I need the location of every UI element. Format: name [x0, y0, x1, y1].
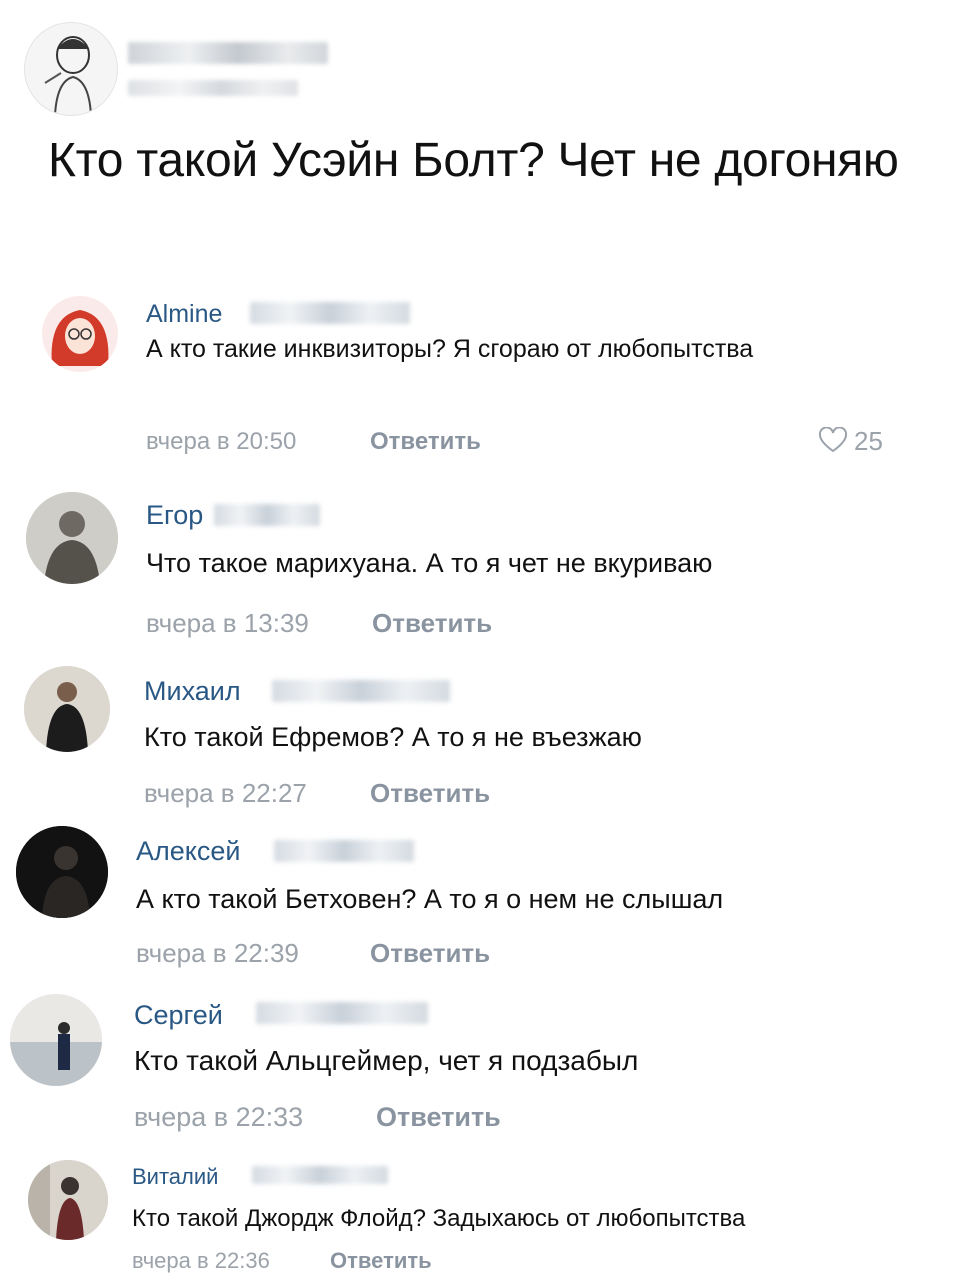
avatar-sketch-icon — [25, 23, 117, 115]
comment-text: Что такое марихуана. А то я чет не вкури… — [146, 548, 713, 578]
post-title: Кто такой Усэйн Болт? Чет не догоняю — [48, 134, 899, 187]
commenter-surname-blurred — [252, 1166, 388, 1184]
post-header — [24, 22, 924, 116]
comment: Almine А кто такие инквизиторы? Я сгораю… — [0, 290, 960, 470]
reply-button[interactable]: Ответить — [372, 608, 492, 639]
commenter-surname-blurred — [272, 680, 450, 702]
post-author-avatar[interactable] — [24, 22, 118, 116]
commenter-avatar[interactable] — [24, 666, 110, 752]
commenter-name[interactable]: Егор — [146, 500, 203, 531]
commenter-surname-blurred — [256, 1002, 428, 1024]
avatar-drawing-icon — [51, 310, 109, 366]
comment: Алексей А кто такой Бетховен? А то я о н… — [0, 822, 960, 982]
comment: Сергей Кто такой Альцгеймер, чет я подза… — [0, 990, 960, 1150]
comment: Егор Что такое марихуана. А то я чет не … — [0, 490, 960, 650]
post-author-meta-blurred — [128, 80, 298, 96]
avatar-photo-icon — [16, 826, 108, 918]
commenter-name[interactable]: Алексей — [136, 836, 241, 867]
comment-text: А кто такие инквизиторы? Я сгораю от люб… — [146, 335, 754, 363]
comment-text: Кто такой Альцгеймер, чет я подзабыл — [134, 1045, 639, 1076]
comment-time: вчера в 20:50 — [146, 428, 297, 455]
reply-button[interactable]: Ответить — [370, 778, 490, 809]
avatar-photo-icon — [24, 666, 110, 752]
comment: Виталий Кто такой Джордж Флойд? Задыхаюс… — [0, 1154, 960, 1280]
reply-button[interactable]: Ответить — [376, 1102, 501, 1133]
comment-time: вчера в 22:33 — [134, 1102, 304, 1132]
reply-button[interactable]: Ответить — [370, 938, 490, 969]
commenter-surname-blurred — [250, 302, 410, 324]
commenter-name[interactable]: Виталий — [132, 1164, 218, 1190]
commenter-name[interactable]: Almine — [146, 300, 222, 329]
comment-time: вчера в 22:36 — [132, 1248, 270, 1273]
like-count: 25 — [854, 426, 883, 456]
avatar-photo-icon — [10, 994, 102, 1086]
comment-time: вчера в 22:27 — [144, 778, 307, 808]
comment-time: вчера в 13:39 — [146, 608, 309, 638]
commenter-avatar[interactable] — [28, 1160, 108, 1240]
commenter-surname-blurred — [214, 504, 320, 526]
comment-text: А кто такой Бетховен? А то я о нем не сл… — [136, 884, 724, 914]
commenter-avatar[interactable] — [42, 296, 118, 372]
comment-time: вчера в 22:39 — [136, 938, 299, 968]
post-author-name-blurred[interactable] — [128, 42, 328, 64]
commenter-avatar[interactable] — [26, 492, 118, 584]
heart-outline-icon — [818, 426, 848, 453]
commenter-surname-blurred — [274, 840, 414, 862]
commenter-name[interactable]: Михаил — [144, 676, 241, 707]
comment: Михаил Кто такой Ефремов? А то я не въез… — [0, 660, 960, 820]
reply-button[interactable]: Ответить — [330, 1248, 432, 1274]
commenter-name[interactable]: Сергей — [134, 1000, 223, 1031]
avatar-photo-icon — [26, 492, 118, 584]
commenter-avatar[interactable] — [16, 826, 108, 918]
like-button[interactable]: 25 — [818, 426, 883, 457]
reply-button[interactable]: Ответить — [370, 428, 481, 456]
comment-text: Кто такой Ефремов? А то я не въезжаю — [144, 722, 642, 752]
avatar-photo-icon — [28, 1160, 108, 1240]
comment-text: Кто такой Джордж Флойд? Задыхаюсь от люб… — [132, 1205, 746, 1232]
commenter-avatar[interactable] — [10, 994, 102, 1086]
